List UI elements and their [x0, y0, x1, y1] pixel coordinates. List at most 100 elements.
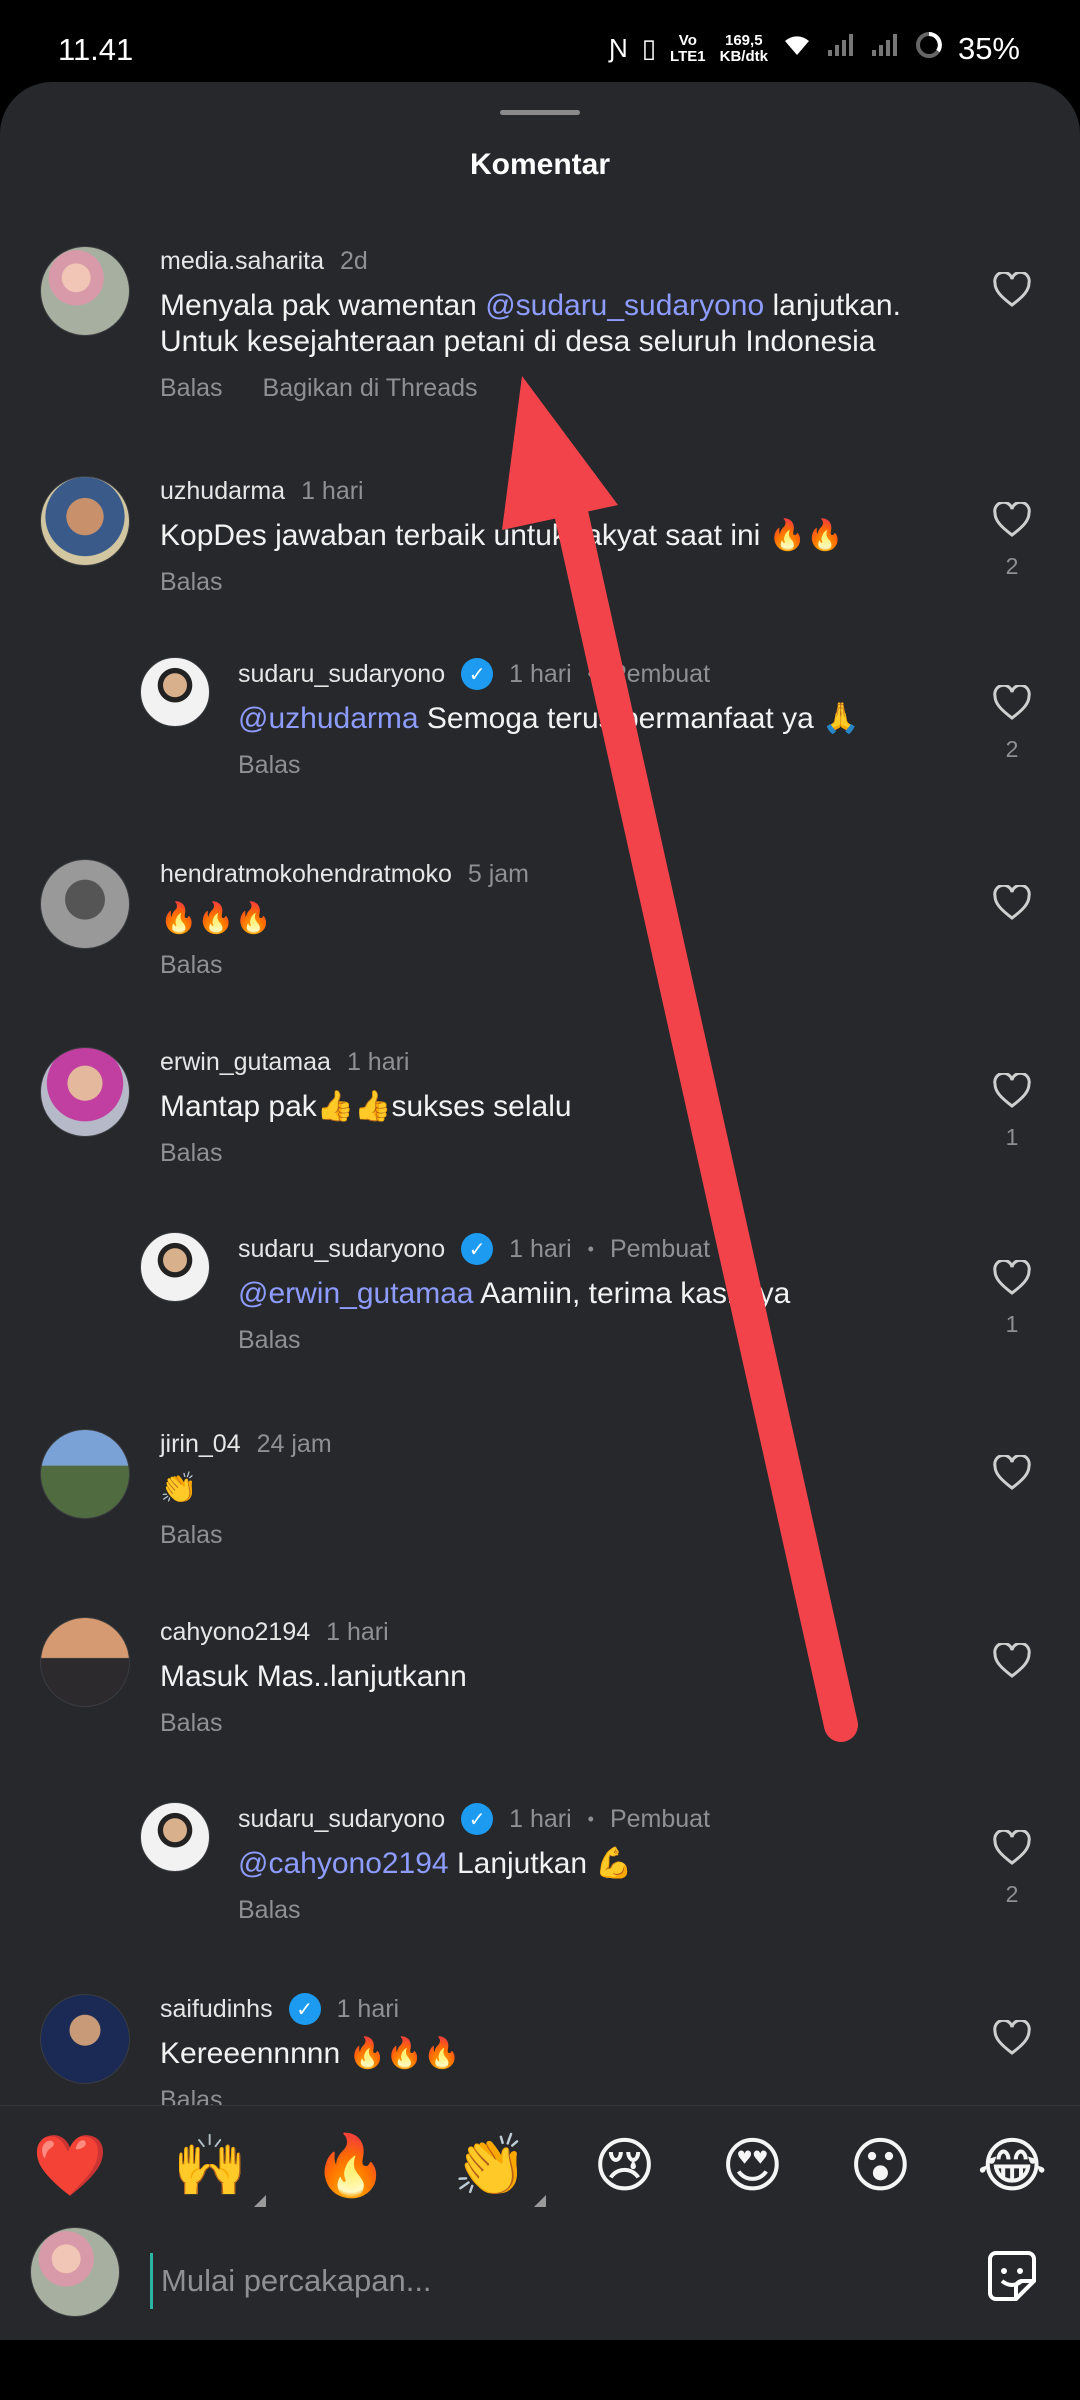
- emoji-reaction-bar: ❤️ 🙌 🔥 👏 😢 😍 😮 😂: [0, 2105, 1080, 2225]
- emoji-raised-hands[interactable]: 🙌: [173, 2130, 266, 2207]
- heart-icon: [992, 1258, 1032, 1300]
- emoji-heart[interactable]: ❤️: [33, 2130, 108, 2201]
- verified-icon: ✓: [288, 1993, 321, 2025]
- emoji-surprised[interactable]: 😮: [849, 2131, 912, 2201]
- heart-icon: [992, 683, 1032, 725]
- reply-button[interactable]: Balas: [160, 568, 223, 597]
- avatar[interactable]: [140, 1802, 210, 1872]
- mention-link[interactable]: @cahyono2194: [238, 1847, 449, 1880]
- status-time: 11.41: [58, 32, 134, 67]
- mention-link[interactable]: @erwin_gutamaa: [238, 1277, 474, 1310]
- reply-button[interactable]: Balas: [238, 1326, 301, 1355]
- comment-text-part: 🔥🔥🔥: [160, 902, 273, 935]
- like-button[interactable]: 2: [984, 683, 1040, 763]
- avatar[interactable]: [40, 1047, 130, 1137]
- share-threads-button[interactable]: Bagikan di Threads: [263, 374, 478, 403]
- reply-button[interactable]: Balas: [238, 1896, 301, 1925]
- username[interactable]: sudaru_sudaryono: [238, 1235, 445, 1264]
- like-button[interactable]: 1: [984, 1071, 1040, 1151]
- comment-text-part: Masuk Mas..lanjutkann: [160, 1660, 467, 1693]
- like-count: 1: [1005, 1124, 1019, 1150]
- comment-text: 🔥🔥🔥: [160, 901, 940, 937]
- username[interactable]: sudaru_sudaryono: [238, 660, 445, 689]
- comment-text-part: KopDes jawaban terbaik untuk rakyat saat…: [160, 519, 844, 552]
- emoji-laughing[interactable]: 😂: [977, 2131, 1047, 2201]
- heart-icon: [992, 1071, 1032, 1113]
- verified-icon: ✓: [461, 1233, 494, 1265]
- like-button[interactable]: [984, 2018, 1040, 2071]
- reply-button[interactable]: Balas: [160, 1521, 223, 1550]
- comment-composer: [0, 2225, 1080, 2340]
- username[interactable]: sudaru_sudaryono: [238, 1805, 445, 1834]
- reply-button[interactable]: Balas: [160, 1709, 223, 1738]
- reply-button[interactable]: Balas: [238, 751, 301, 780]
- avatar[interactable]: [40, 1617, 130, 1707]
- like-button[interactable]: [984, 270, 1040, 323]
- verified-icon: ✓: [461, 658, 494, 690]
- mention-link[interactable]: @uzhudarma: [238, 702, 419, 735]
- comment-meta: hendratmokohendratmoko 5 jam: [160, 857, 940, 891]
- separator-dot: •: [587, 663, 594, 684]
- username[interactable]: jirin_04: [160, 1430, 241, 1459]
- heart-icon: [992, 270, 1032, 312]
- comment-meta: saifudinhs ✓ 1 hari: [160, 1992, 940, 2026]
- emoji-clap[interactable]: 👏: [453, 2130, 546, 2207]
- comment-actions: Balas Bagikan di Threads: [160, 374, 940, 403]
- drag-handle[interactable]: [500, 110, 580, 115]
- avatar[interactable]: [40, 476, 130, 566]
- comment-time: 1 hari: [509, 1234, 572, 1263]
- username[interactable]: hendratmokohendratmoko: [160, 860, 452, 889]
- emoji-heart-eyes[interactable]: 😍: [721, 2131, 784, 2201]
- emoji-fire[interactable]: 🔥: [313, 2130, 388, 2201]
- like-button[interactable]: [984, 1453, 1040, 1506]
- reply-button[interactable]: Balas: [160, 374, 223, 403]
- like-count: 2: [1005, 553, 1019, 579]
- comment-time: 1 hari: [326, 1617, 389, 1646]
- avatar[interactable]: [140, 657, 210, 727]
- like-button[interactable]: [984, 1641, 1040, 1694]
- battery-icon: [914, 30, 944, 67]
- like-button[interactable]: 1: [984, 1258, 1040, 1338]
- comment-text: Masuk Mas..lanjutkann: [160, 1659, 940, 1695]
- reply-button[interactable]: Balas: [160, 951, 223, 980]
- avatar[interactable]: [140, 1232, 210, 1302]
- emoji-crying[interactable]: 😢: [593, 2131, 656, 2201]
- comment-time: 24 jam: [256, 1429, 332, 1458]
- comment-actions: Balas: [160, 951, 940, 980]
- like-button[interactable]: 2: [984, 1828, 1040, 1908]
- status-bar: 11.41 Ɲ ▯ Vo LTE1 169,5 KB/dtk 35%: [0, 0, 1080, 82]
- comment-meta: erwin_gutamaa 1 hari: [160, 1045, 940, 1079]
- vibrate-icon: ▯: [641, 33, 657, 63]
- heart-icon: [992, 1453, 1032, 1495]
- comment-time: 1 hari: [509, 1804, 572, 1833]
- like-button[interactable]: [984, 883, 1040, 936]
- comment-text: Mantap pak👍👍sukses selalu: [160, 1089, 940, 1125]
- username[interactable]: uzhudarma: [160, 477, 285, 506]
- comment-meta: sudaru_sudaryono ✓ 1 hari • Pembuat: [238, 657, 940, 691]
- comment-time: 2d: [339, 246, 368, 275]
- net-speed: 169,5 KB/dtk: [720, 32, 768, 65]
- avatar[interactable]: [40, 1994, 130, 2084]
- comment-meta: jirin_04 24 jam: [160, 1427, 940, 1461]
- mention-link[interactable]: @sudaru_sudaryono: [485, 289, 764, 322]
- avatar[interactable]: [40, 246, 130, 336]
- signal-icon: [826, 32, 856, 65]
- username[interactable]: media.saharita: [160, 247, 324, 276]
- username[interactable]: saifudinhs: [160, 1995, 273, 2024]
- my-avatar: [30, 2227, 120, 2317]
- comment-time: 1 hari: [346, 1047, 410, 1076]
- comment-input[interactable]: [150, 2253, 950, 2309]
- comment-text: Menyala pak wamentan @sudaru_sudaryono l…: [160, 288, 940, 360]
- like-button[interactable]: 2: [984, 500, 1040, 580]
- comment-meta: media.saharita 2d: [160, 244, 940, 278]
- sticker-icon[interactable]: [980, 2245, 1044, 2309]
- username[interactable]: erwin_gutamaa: [160, 1048, 331, 1077]
- comment-actions: Balas: [160, 1709, 940, 1738]
- avatar[interactable]: [40, 859, 130, 949]
- heart-icon: [992, 2018, 1032, 2060]
- avatar[interactable]: [40, 1429, 130, 1519]
- comments-sheet: Komentar media.saharita 2d Menyala pak wam…: [0, 82, 1080, 2340]
- username[interactable]: cahyono2194: [160, 1618, 310, 1647]
- reply-button[interactable]: Balas: [160, 1139, 223, 1168]
- comment-actions: Balas: [160, 1139, 940, 1168]
